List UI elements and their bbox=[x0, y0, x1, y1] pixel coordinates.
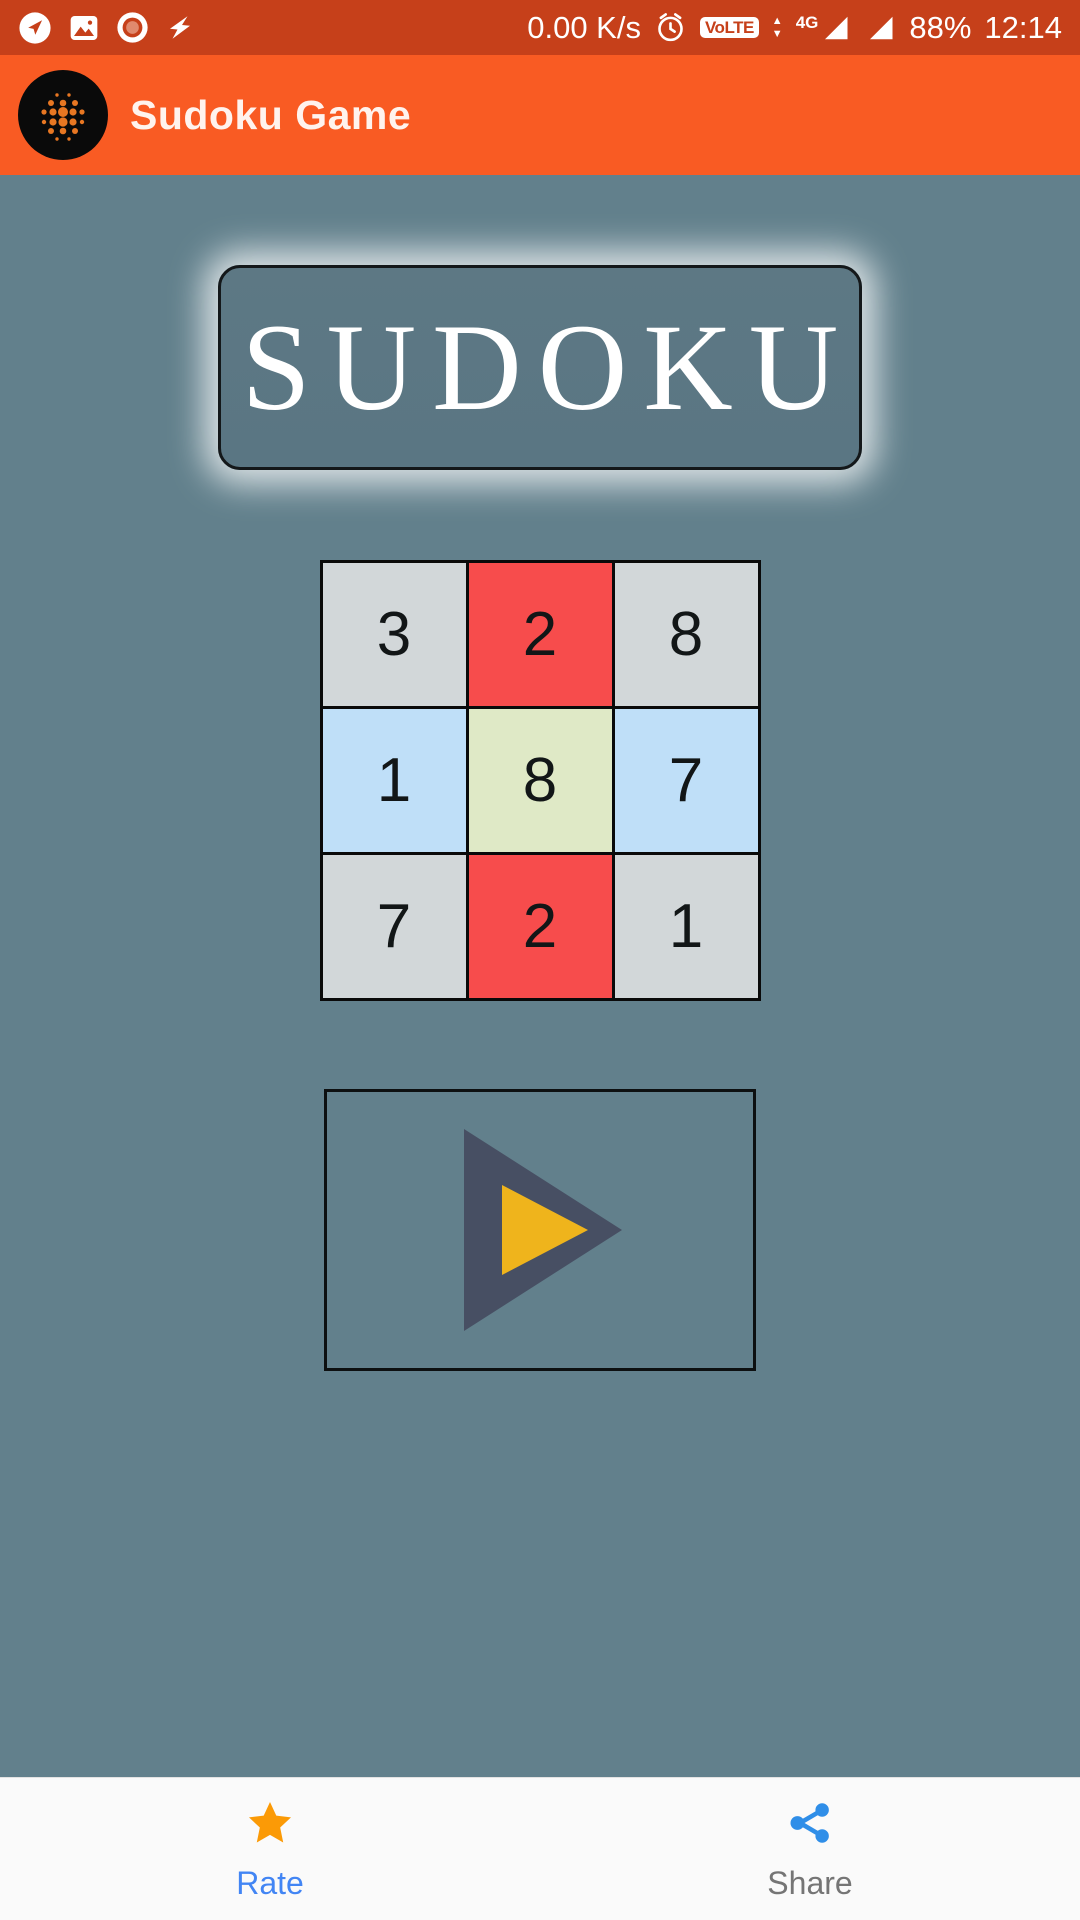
app-title: Sudoku Game bbox=[130, 91, 412, 138]
nav-item-share[interactable]: Share bbox=[540, 1797, 1080, 1902]
volte-badge: VoLTE bbox=[699, 17, 759, 38]
status-bar-left-icons bbox=[18, 11, 195, 45]
signal-icon-sim2 bbox=[864, 13, 896, 43]
status-bar-right-items: 0.00 K/s VoLTE ▲ ▼ 4G 88% 12:14 bbox=[527, 10, 1062, 46]
sudoku-cell-r3c2[interactable]: 2 bbox=[468, 855, 612, 998]
data-transfer-arrows-icon: ▲ ▼ bbox=[771, 14, 783, 40]
share-icon bbox=[784, 1797, 836, 1854]
page-title: SUDOKU bbox=[241, 298, 855, 436]
app-screen: 0.00 K/s VoLTE ▲ ▼ 4G 88% 12:14 Sudoku G… bbox=[0, 0, 1080, 1920]
sudoku-cell-r2c3[interactable]: 7 bbox=[614, 709, 758, 852]
sudoku-cell-r2c1[interactable]: 1 bbox=[322, 709, 466, 852]
status-bar: 0.00 K/s VoLTE ▲ ▼ 4G 88% 12:14 bbox=[0, 0, 1080, 55]
play-icon bbox=[464, 1128, 622, 1331]
signal-icon-sim1: 4G bbox=[796, 13, 852, 43]
clock-label: 12:14 bbox=[984, 9, 1062, 45]
play-button[interactable] bbox=[324, 1089, 756, 1371]
nav-label-rate: Rate bbox=[236, 1864, 304, 1901]
sudoku-grid[interactable]: 328187721 bbox=[319, 560, 761, 1001]
navigation-icon bbox=[18, 11, 52, 45]
alarm-icon bbox=[654, 11, 687, 44]
network-type-label: 4G bbox=[795, 12, 819, 32]
flash-icon bbox=[165, 11, 195, 44]
star-icon bbox=[244, 1797, 296, 1854]
battery-percent-label: 88% bbox=[909, 9, 972, 45]
sudoku-title-plate: SUDOKU bbox=[218, 265, 862, 470]
record-icon bbox=[116, 11, 149, 44]
bottom-navigation: Rate Share bbox=[0, 1777, 1080, 1920]
sudoku-cell-r1c1[interactable]: 3 bbox=[322, 563, 466, 706]
sudoku-dots-logo-icon bbox=[18, 70, 108, 160]
network-speed-label: 0.00 K/s bbox=[527, 9, 641, 45]
sudoku-cell-r2c2[interactable]: 8 bbox=[468, 709, 612, 852]
main-content: SUDOKU 328187721 bbox=[0, 175, 1080, 1777]
nav-label-share: Share bbox=[767, 1864, 853, 1901]
sudoku-cell-r3c1[interactable]: 7 bbox=[322, 855, 466, 998]
sudoku-grid-wrap: 328187721 bbox=[319, 560, 761, 1001]
sudoku-cell-r1c2[interactable]: 2 bbox=[468, 563, 612, 706]
sudoku-cell-r3c3[interactable]: 1 bbox=[614, 855, 758, 998]
nav-item-rate[interactable]: Rate bbox=[0, 1797, 540, 1902]
app-bar: Sudoku Game bbox=[0, 55, 1080, 175]
sudoku-cell-r1c3[interactable]: 8 bbox=[614, 563, 758, 706]
gallery-icon bbox=[68, 12, 100, 44]
